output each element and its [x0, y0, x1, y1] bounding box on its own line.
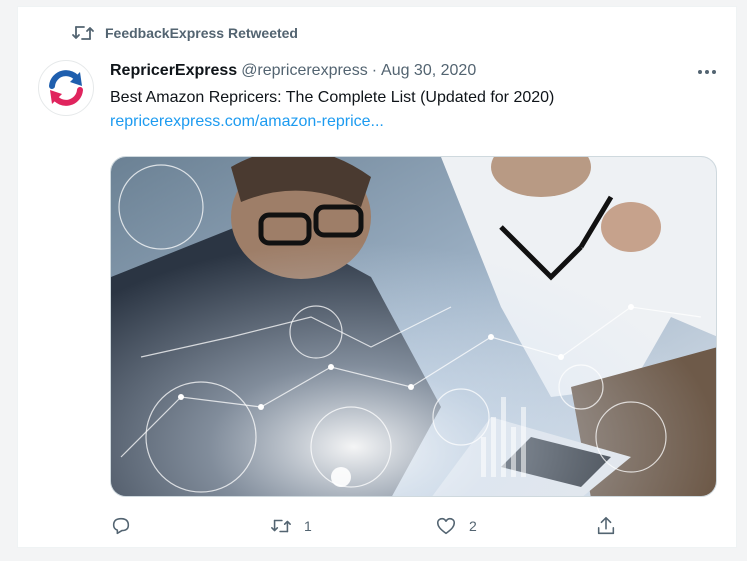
tweet-card[interactable]: FeedbackExpress Retweeted RepricerExpres…	[17, 6, 737, 548]
repricerexpress-logo	[49, 70, 83, 106]
more-button[interactable]	[692, 63, 722, 81]
like-count: 2	[469, 518, 477, 534]
tweet-header: RepricerExpress @repricerexpress · Aug 3…	[110, 59, 630, 83]
tweet-text: Best Amazon Repricers: The Complete List…	[110, 89, 555, 106]
tweet-actions: 1 2	[110, 511, 630, 541]
retweet-icon	[72, 26, 94, 40]
tweet-link[interactable]: repricerexpress.com/amazon-reprice...	[110, 113, 384, 131]
tweet-media-image[interactable]	[110, 156, 717, 497]
retweet-count: 1	[304, 518, 312, 534]
display-name[interactable]: RepricerExpress	[110, 62, 237, 80]
retweet-banner: FeedbackExpress Retweeted	[71, 23, 298, 43]
share-button[interactable]	[595, 511, 629, 541]
business-photo-illustration	[111, 157, 716, 496]
more-icon	[698, 70, 716, 74]
separator: ·	[371, 62, 378, 79]
avatar[interactable]	[38, 60, 94, 116]
reply-button[interactable]	[110, 511, 144, 541]
retweet-button[interactable]: 1	[270, 511, 312, 541]
like-button[interactable]: 2	[435, 511, 477, 541]
reply-icon	[112, 517, 130, 535]
retweet-icon	[271, 519, 291, 533]
retweet-banner-text[interactable]: FeedbackExpress Retweeted	[105, 25, 298, 41]
tweet-date[interactable]: Aug 30, 2020	[381, 62, 476, 80]
share-icon	[597, 516, 615, 535]
handle[interactable]: @repricerexpress	[241, 62, 368, 80]
heart-icon	[436, 517, 456, 535]
